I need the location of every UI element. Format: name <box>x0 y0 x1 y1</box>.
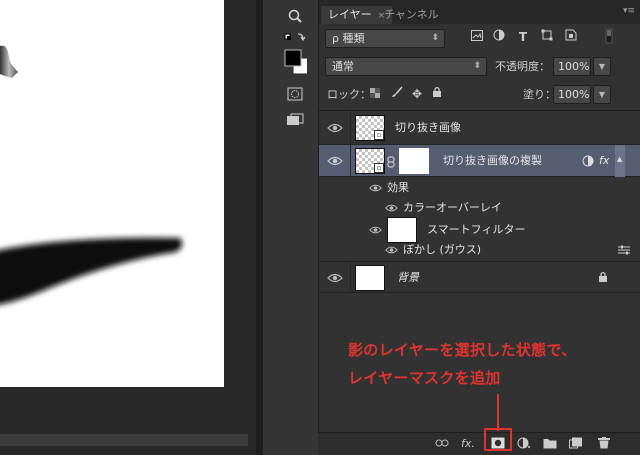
filter-toggle-icon[interactable] <box>601 28 617 47</box>
expand-collapse-toggle[interactable]: ▲ <box>615 145 625 177</box>
lock-position-move-icon[interactable]: ✥ <box>409 85 425 104</box>
document-canvas[interactable] <box>0 0 224 387</box>
lock-image-brush-icon[interactable] <box>389 85 405 104</box>
annotation-line-2: レイヤーマスクを追加 <box>348 369 501 387</box>
eye-icon[interactable] <box>327 155 343 167</box>
screen-mode-icon[interactable] <box>283 110 307 130</box>
layer-thumbnail: ▫ <box>355 148 385 174</box>
document-artwork <box>0 45 183 305</box>
annotation-line-1: 影のレイヤーを選択した状態で、 <box>348 341 577 359</box>
layer-name[interactable]: 切り抜き画像 <box>395 121 461 135</box>
panel-tabbar: レイヤー × チャンネル ▾≡ <box>319 0 640 24</box>
search-icon: ρ <box>332 32 339 45</box>
lock-all-icon[interactable] <box>429 85 445 104</box>
shadow-shape <box>0 237 183 305</box>
new-adjustment-layer-icon[interactable] <box>516 437 532 451</box>
fill-dropdown-button[interactable]: ▼ <box>593 85 611 104</box>
smart-object-badge-icon: ▫ <box>374 130 384 140</box>
blend-mode-select[interactable]: 通常 ⬍ <box>325 57 487 76</box>
filter-type-icon[interactable]: T <box>515 28 531 47</box>
effects-row[interactable]: 効果 <box>351 177 640 199</box>
canvas-scrollbar[interactable] <box>0 434 248 446</box>
fill-input[interactable]: 100% <box>553 85 591 104</box>
eye-icon[interactable] <box>385 245 398 255</box>
layer-mask-thumbnail[interactable] <box>399 148 429 174</box>
filter-options-icon[interactable] <box>617 245 631 255</box>
quick-mask-icon[interactable] <box>283 84 307 104</box>
opacity-input[interactable]: 100% <box>553 57 591 76</box>
annotation-highlight-box <box>484 428 512 451</box>
eye-icon[interactable] <box>327 272 343 284</box>
filter-adjustment-icon[interactable] <box>491 28 507 47</box>
link-layers-icon[interactable] <box>434 437 450 451</box>
zoom-tool-icon[interactable] <box>283 6 307 26</box>
new-layer-icon[interactable] <box>568 437 584 451</box>
effect-name: カラーオーバーレイ <box>403 201 502 214</box>
smart-filter-label: スマートフィルター <box>427 223 526 236</box>
filter-item[interactable]: ぼかし (ガウス) <box>351 239 640 261</box>
eye-icon[interactable] <box>385 203 398 213</box>
layers-bottom-toolbar: fx. <box>318 432 640 455</box>
filter-kind-select[interactable]: ρ 種類 ⬍ <box>325 29 445 48</box>
filter-name: ぼかし (ガウス) <box>403 243 482 256</box>
blend-row: 通常 ⬍ 不透明度： 100% ▼ <box>319 56 640 78</box>
layer-row-background[interactable]: 背景 <box>319 261 640 293</box>
fx-indicator-icon[interactable]: fx <box>599 154 609 167</box>
filter-smart-object-icon[interactable] <box>563 28 579 47</box>
delete-layer-trash-icon[interactable] <box>596 437 612 451</box>
swap-colors-icon[interactable] <box>283 28 307 48</box>
eye-icon[interactable] <box>369 183 382 193</box>
lock-row: ロック： ✥ 塗り： 100% ▼ <box>319 84 640 106</box>
panel-menu-icon[interactable]: ▾≡ <box>623 6 635 16</box>
filter-pixel-icon[interactable] <box>469 28 485 47</box>
link-icon[interactable] <box>387 156 395 168</box>
blend-mode-value: 通常 <box>332 60 354 73</box>
annotation-pointer-line <box>497 394 499 431</box>
eye-icon[interactable] <box>327 122 343 134</box>
eye-icon[interactable] <box>369 225 382 235</box>
lock-transparency-icon[interactable] <box>367 85 383 104</box>
fill-label: 塗り： <box>523 88 556 101</box>
layer-thumbnail: ▫ <box>355 115 385 141</box>
chevron-updown-icon: ⬍ <box>431 33 439 43</box>
smart-filter-indicator-icon <box>582 155 594 167</box>
effects-label: 効果 <box>387 181 409 194</box>
opacity-label: 不透明度： <box>495 60 550 73</box>
layer-name[interactable]: 背景 <box>397 271 419 285</box>
lock-icon <box>599 271 607 282</box>
tool-strip <box>262 0 318 455</box>
opacity-dropdown-button[interactable]: ▼ <box>593 57 611 76</box>
filter-shape-icon[interactable] <box>539 28 555 47</box>
tab-channels[interactable]: チャンネル <box>377 6 446 24</box>
filter-kind-value: 種類 <box>342 32 365 45</box>
layer-row-selected[interactable]: ▫ 切り抜き画像の複製 fx ▲ <box>319 145 640 177</box>
tab-channels-label: チャンネル <box>384 8 439 21</box>
canvas-area[interactable] <box>0 0 262 455</box>
chevron-updown-icon: ⬍ <box>473 61 481 71</box>
foreground-background-color-icon[interactable] <box>283 48 307 76</box>
lock-label: ロック： <box>327 88 371 101</box>
add-layer-style-icon[interactable]: fx. <box>460 437 476 451</box>
tab-layers-label: レイヤー <box>328 8 372 21</box>
layer-thumbnail <box>355 265 385 291</box>
new-group-folder-icon[interactable] <box>542 437 558 451</box>
annotation-callout: 影のレイヤーを選択した状態で、 レイヤーマスクを追加 <box>348 336 576 392</box>
filter-row: ρ 種類 ⬍ T <box>319 28 640 50</box>
smart-object-badge-icon: ▫ <box>374 163 384 173</box>
layer-name[interactable]: 切り抜き画像の複製 <box>443 154 542 168</box>
hat-shape <box>0 45 18 78</box>
layer-row[interactable]: ▫ 切り抜き画像 <box>319 111 640 145</box>
